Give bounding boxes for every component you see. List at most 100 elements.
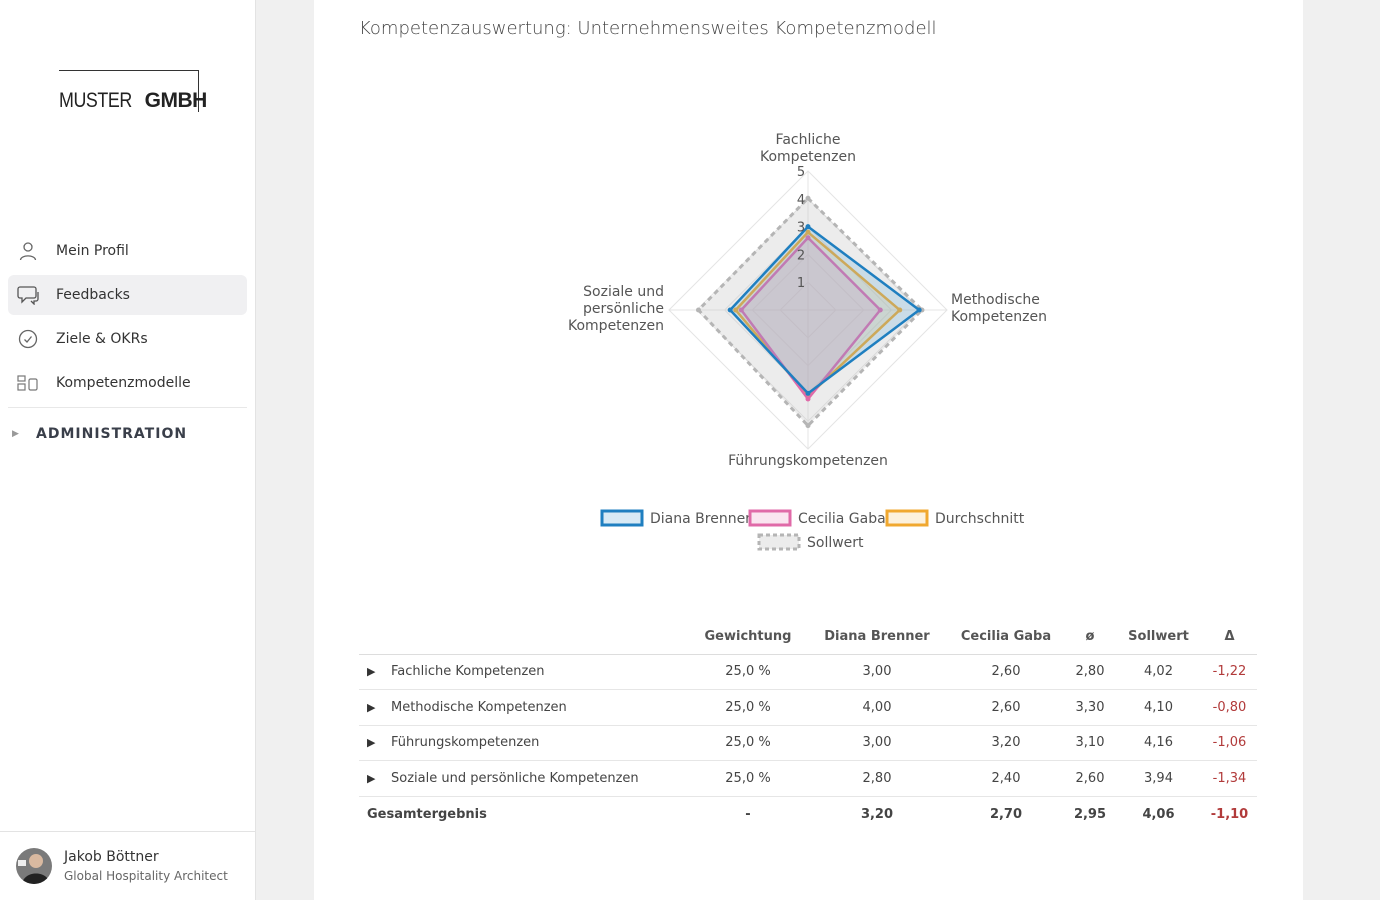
radar-chart: 1 2 3 4 5Fachliche Kompetenzen Methodische Komp… (568, 132, 1047, 551)
radar-point (805, 390, 811, 396)
radar-axis-label: Methodische Kompetenzen (951, 292, 1047, 325)
radar-point (805, 224, 811, 230)
total-label: Gesamtergebnis (367, 806, 487, 822)
cell-diana: 3,00 (807, 654, 947, 690)
logo-text-thin: MUSTER (59, 89, 132, 112)
nav-divider (8, 407, 247, 408)
nav-item-kompetenzmodelle[interactable]: Kompetenzmodelle (8, 363, 247, 403)
total-weight: - (745, 806, 751, 822)
nav-item-mein-profil[interactable]: Mein Profil (8, 231, 247, 271)
sidebar: MUSTER GMBH Mein Profil Feedbacks Ziele &… (0, 0, 256, 900)
user-name: Jakob Böttner (64, 849, 159, 865)
cell-soll: 3,94 (1115, 760, 1202, 797)
user-profile[interactable]: Jakob Böttner Global Hospitality Archite… (0, 831, 255, 900)
total-soll: 4,06 (1142, 806, 1175, 822)
nav-label: Ziele & OKRs (56, 331, 148, 347)
radar-axis-label: Fachliche Kompetenzen (760, 132, 856, 165)
cell-weight: 25,0 % (689, 760, 807, 797)
table-row[interactable]: ▶ Führungskompetenzen 25,0 % 3,00 3,20 3,… (359, 725, 1257, 761)
table-row[interactable]: ▶ Soziale und persönliche Kompetenzen 25,… (359, 760, 1257, 797)
legend-swatch (757, 533, 801, 551)
cell-cecilia: 2,60 (947, 689, 1065, 726)
total-cecilia: 2,70 (989, 806, 1023, 822)
row-name: Soziale und persönliche Kompetenzen (391, 770, 639, 786)
nav-label: Mein Profil (56, 243, 129, 259)
radar-point (916, 307, 922, 313)
radar-point (727, 307, 733, 313)
col-header-cecilia: Cecilia Gaba (947, 620, 1065, 655)
cell-weight: 25,0 % (689, 654, 807, 690)
nav-label: Feedbacks (56, 287, 130, 303)
legend-label: Sollwert (807, 535, 864, 551)
cell-delta: -0,80 (1202, 689, 1257, 726)
legend-swatch (600, 509, 644, 527)
cell-avg: 2,60 (1065, 760, 1115, 797)
radar-axis-label: Soziale und persönliche Kompetenzen (568, 284, 664, 334)
cell-soll: 4,16 (1115, 725, 1202, 761)
legend-label: Durchschnitt (935, 511, 1025, 527)
legend-swatch (885, 509, 929, 527)
total-avg: 2,95 (1073, 806, 1107, 822)
cell-cecilia: 3,20 (947, 725, 1065, 761)
main-card: Kompetenzauswertung: Unternehmensweites … (314, 0, 1303, 900)
table-row[interactable]: ▶ Fachliche Kompetenzen 25,0 % 3,00 2,60 … (359, 654, 1257, 690)
radar-tick-label: 2 (797, 248, 805, 263)
cell-cecilia: 2,60 (947, 654, 1065, 690)
avatar (16, 848, 52, 884)
expand-triangle-icon[interactable]: ▶ (367, 772, 391, 785)
nav-label: Kompetenzmodelle (56, 375, 191, 391)
nav-item-ziele-okrs[interactable]: Ziele & OKRs (8, 319, 247, 359)
radar-point (805, 195, 811, 201)
company-logo[interactable]: MUSTER GMBH (59, 70, 207, 112)
table-header-row: Gewichtung Diana Brenner Cecilia Gaba ø … (359, 620, 1257, 655)
cell-cecilia: 2,40 (947, 760, 1065, 797)
cell-diana: 4,00 (807, 689, 947, 726)
caret-right-icon: ▶ (12, 429, 19, 439)
col-header-delta: Δ (1202, 620, 1257, 655)
total-diana: 3,20 (860, 806, 894, 822)
cell-avg: 3,10 (1065, 725, 1115, 761)
blocks-icon (8, 375, 48, 391)
cell-diana: 2,80 (807, 760, 947, 797)
col-header-name (359, 620, 689, 655)
legend-label: Diana Brenner (650, 511, 751, 527)
user-icon (8, 241, 48, 261)
cell-delta: -1,22 (1202, 654, 1257, 690)
col-header-weight: Gewichtung (689, 620, 807, 655)
col-header-diana: Diana Brenner (807, 620, 947, 655)
row-name: Fachliche Kompetenzen (391, 664, 545, 680)
cell-delta: -1,06 (1202, 725, 1257, 761)
competency-table: Gewichtung Diana Brenner Cecilia Gaba ø … (359, 620, 1257, 832)
logo-text-bold: GMBH (144, 89, 208, 112)
chat-icon (8, 285, 48, 305)
cell-soll: 4,02 (1115, 654, 1202, 690)
legend-swatch (748, 509, 792, 527)
cell-avg: 3,30 (1065, 689, 1115, 726)
radar-point (695, 307, 701, 313)
radar-point (805, 423, 811, 429)
nav-item-feedbacks[interactable]: Feedbacks (8, 275, 247, 315)
radar-tick-label: 3 (797, 221, 805, 236)
cell-diana: 3,00 (807, 725, 947, 761)
expand-triangle-icon[interactable]: ▶ (367, 665, 391, 678)
radar-axis-label: Führungskompetenzen (728, 453, 888, 469)
radar-tick-label: 5 (797, 165, 805, 180)
admin-section-toggle[interactable]: ▶ ADMINISTRATION (12, 426, 187, 442)
admin-label: ADMINISTRATION (36, 426, 188, 442)
col-header-soll: Sollwert (1115, 620, 1202, 655)
cell-weight: 25,0 % (689, 725, 807, 761)
table-row[interactable]: ▶ Methodische Kompetenzen 25,0 % 4,00 2,6… (359, 689, 1257, 726)
cell-weight: 25,0 % (689, 689, 807, 726)
radar-tick-label: 1 (797, 276, 805, 291)
radar-point (805, 396, 811, 402)
cell-delta: -1,34 (1202, 760, 1257, 797)
cell-avg: 2,80 (1065, 654, 1115, 690)
check-circle-icon (8, 329, 48, 349)
row-name: Führungskompetenzen (391, 735, 540, 751)
expand-triangle-icon[interactable]: ▶ (367, 736, 391, 749)
main-nav: Mein Profil Feedbacks Ziele & OKRs Kompe… (8, 231, 247, 407)
col-header-avg: ø (1065, 620, 1115, 655)
total-delta: -1,10 (1210, 806, 1249, 822)
cell-soll: 4,10 (1115, 689, 1202, 726)
expand-triangle-icon[interactable]: ▶ (367, 701, 391, 714)
